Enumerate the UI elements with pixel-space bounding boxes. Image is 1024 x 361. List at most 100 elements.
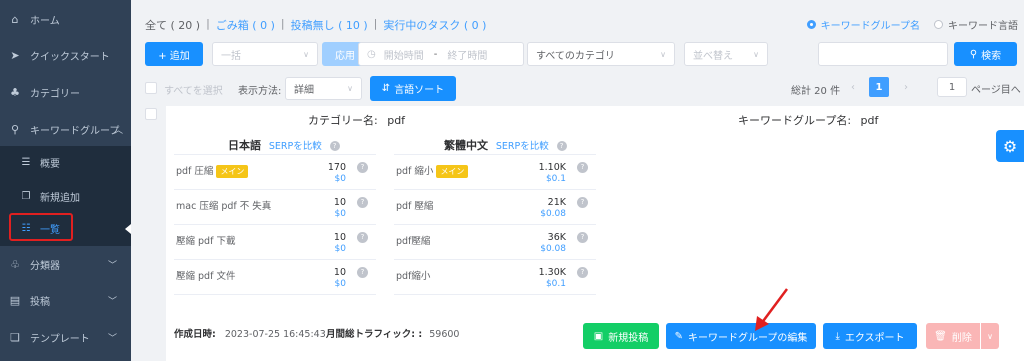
keyword-row: 壓縮 pdf 下載 10 $0? [174,225,376,260]
keyword-text: pdf 縮小 [396,166,434,177]
sidebar-item-keyword-group[interactable]: ⚲ キーワードグループ ︿ [0,118,131,140]
sidebar-item-home[interactable]: ⌂ ホーム [0,8,131,30]
cpc-value: $0 [334,174,346,184]
tab-no-post[interactable]: 投稿無し ( 10 ) [291,17,368,33]
add-button[interactable]: + 追加 [145,42,203,66]
keyword-name: 壓縮 pdf 下載 [176,233,235,247]
annotation-arrow-head [755,316,769,331]
search-volume: 1.30K [538,267,566,278]
sidebar-sub-add-new[interactable]: ❐ 新規追加 [0,186,131,206]
language-name: 日本語 [228,139,261,152]
help-icon[interactable]: ? [357,162,368,173]
group-label: キーワードグループ名: [738,114,852,127]
sort-placeholder: 並べ替え [693,50,733,62]
goto-page-input[interactable]: 1 [937,77,967,97]
tab-all[interactable]: 全て ( 20 ) [145,17,200,33]
sidebar: ⌂ ホーム ➤ クイックスタート ♣ カテゴリー ⚲ キーワードグループ ︿ ☰… [0,0,131,361]
category-value: すべてのカテゴリ [536,50,615,62]
group-heading: キーワードグループ名: pdf [738,112,878,128]
help-icon[interactable]: ? [556,141,567,151]
sidebar-item-template[interactable]: ❏ テンプレート ﹀ [0,326,131,348]
search-volume: 10 [333,197,346,208]
language-sort-button[interactable]: ⇵ 言語ソート [370,76,456,101]
keyword-name: 壓縮 pdf 文件 [176,268,235,282]
chevron-down-icon: ﹀ [107,260,117,271]
language-name: 繁體中文 [444,139,488,152]
keyword-text: mac 压缩 pdf 不 失真 [176,201,272,212]
overview-icon: ☰ [21,156,31,168]
keyword-text: 壓縮 pdf 下載 [176,236,236,247]
keyword-table-ja: pdf 圧縮 メイン 170 $0? mac 压缩 pdf 不 失真 10 $0? 壓縮 pd… [174,154,376,295]
search-label: 検索 [981,50,1002,62]
keyword-row: pdf 圧縮 メイン 170 $0? [174,155,376,190]
sidebar-sub-label: 新規追加 [40,192,80,204]
serp-compare-link[interactable]: SERPを比較 [269,141,322,152]
search-input[interactable] [818,42,948,66]
cpc-value: $0 [334,209,346,219]
keyword-name: pdf 縮小 メイン [396,163,469,178]
goto-page-label: ページ目へ [971,85,1021,96]
sidebar-item-label: キーワードグループ [30,125,120,137]
settings-gear-icon[interactable]: ⚙ [996,130,1024,162]
sidebar-sub-overview[interactable]: ☰ 概要 [0,152,131,172]
help-icon[interactable]: ? [357,232,368,243]
home-icon: ⌂ [11,12,19,26]
time-separator: - [433,48,438,60]
keyword-row: pdf 壓縮 21K $0.08? [394,190,596,225]
delete-dropdown-toggle[interactable]: ∨ [981,323,999,349]
radio-keyword-language[interactable]: キーワード言語 [934,17,1018,32]
sidebar-item-label: 分類器 [30,260,60,272]
sidebar-item-label: 投稿 [30,296,50,308]
sidebar-item-quickstart[interactable]: ➤ クイックスタート [0,44,131,66]
display-mode-select[interactable]: 詳細 ∨ [285,77,362,100]
help-icon[interactable]: ? [577,267,588,278]
keyword-name: pdf 圧縮 メイン [176,163,249,178]
help-icon[interactable]: ? [577,232,588,243]
chevron-down-icon: ∨ [660,49,666,59]
language-sort-label: 言語ソート [394,85,445,96]
keyword-name: pdf縮小 [396,268,430,282]
document-icon: ▣ [593,330,604,342]
help-icon[interactable]: ? [329,141,340,151]
sidebar-item-label: カテゴリー [30,88,80,100]
serp-compare-link[interactable]: SERPを比較 [496,141,549,152]
radio-keyword-group-name[interactable]: キーワードグループ名 [806,17,920,32]
chevron-up-icon: ︿ [113,125,123,136]
select-all-checkbox[interactable] [145,82,157,94]
row-checkbox[interactable] [145,108,157,120]
radio-dot [806,20,816,29]
delete-button[interactable]: 🗑 削除 [926,323,980,349]
sidebar-item-category[interactable]: ♣ カテゴリー [0,81,131,103]
prev-page-icon[interactable]: ‹ [843,77,863,97]
category-select[interactable]: すべてのカテゴリ ∨ [527,42,675,66]
trash-icon: 🗑 [934,330,947,342]
keyword-table-zh: pdf 縮小 メイン 1.10K $0.1? pdf 壓縮 21K $0.08? pdf壓縮 3… [394,154,596,295]
search-volume: 36K [547,232,566,243]
sidebar-item-classifier[interactable]: ♧ 分類器 ﹀ [0,253,131,275]
search-volume: 21K [547,197,566,208]
help-icon[interactable]: ? [577,197,588,208]
tab-trash[interactable]: ごみ箱 ( 0 ) [216,17,275,33]
tab-running-tasks[interactable]: 実行中のタスク ( 0 ) [383,17,486,33]
help-icon[interactable]: ? [357,267,368,278]
annotation-highlight-box [9,213,73,241]
sidebar-item-label: クイックスタート [30,51,110,63]
bulk-action-select[interactable]: 一括 ∨ [212,42,318,66]
search-button[interactable]: ⚲ 検索 [954,42,1017,66]
group-value: pdf [860,114,879,127]
post-icon: ▤ [9,293,21,307]
cpc-value: $0 [334,244,346,254]
sidebar-item-post[interactable]: ▤ 投稿 ﹀ [0,289,131,311]
next-page-icon[interactable]: › [896,77,916,97]
export-button[interactable]: ⤓ エクスポート [823,323,917,349]
template-icon: ❏ [10,330,20,344]
edit-keyword-group-button[interactable]: ✎ キーワードグループの編集 [666,323,816,349]
help-icon[interactable]: ? [357,197,368,208]
current-page[interactable]: 1 [869,77,889,97]
search-icon: ⚲ [10,122,20,136]
sort-select[interactable]: 並べ替え ∨ [684,42,768,66]
language-title-ja: 日本語 SERPを比較 ? [228,137,340,153]
help-icon[interactable]: ? [577,162,588,173]
date-range-picker[interactable]: ◷ 開始時間 - 終了時間 [358,42,524,66]
new-post-button[interactable]: ▣ 新規投稿 [583,323,659,349]
